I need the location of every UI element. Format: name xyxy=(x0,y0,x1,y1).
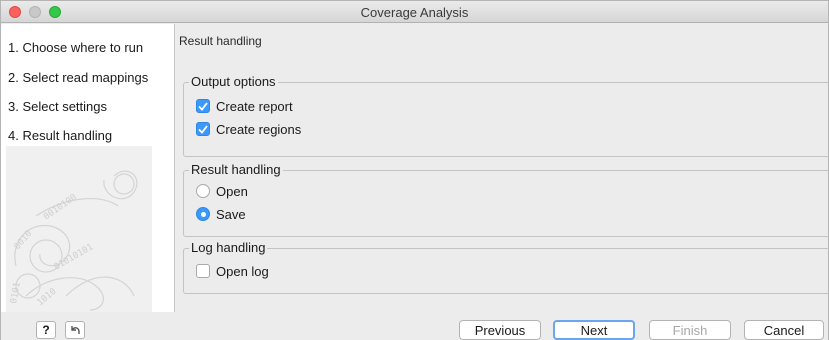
spiral-art-icon: 0010100 0010 01010101 0101 1010 xyxy=(9,170,138,311)
open-result-option[interactable]: Open xyxy=(196,183,248,199)
finish-button[interactable]: Finish xyxy=(649,320,731,340)
open-log-label: Open log xyxy=(216,263,269,279)
panel-title: Result handling xyxy=(179,34,262,48)
checkmark-icon xyxy=(198,124,208,134)
save-result-option[interactable]: Save xyxy=(196,206,246,222)
wizard-steps-sidebar: 1. Choose where to run 2. Select read ma… xyxy=(1,24,175,312)
previous-button[interactable]: Previous xyxy=(459,320,541,340)
svg-text:0101: 0101 xyxy=(9,281,23,304)
reset-button[interactable] xyxy=(65,321,85,339)
step-choose-where-to-run: 1. Choose where to run xyxy=(8,40,144,55)
decorative-binary-spiral-art: 0010100 0010 01010101 0101 1010 xyxy=(6,146,152,312)
output-options-group: Output options Create report Create regi… xyxy=(183,74,829,157)
create-regions-checkbox[interactable] xyxy=(196,122,210,136)
output-options-legend: Output options xyxy=(189,74,278,89)
result-handling-group: Result handling Open Save xyxy=(183,162,829,237)
svg-text:0010: 0010 xyxy=(13,229,35,252)
save-label: Save xyxy=(216,206,246,222)
log-handling-legend: Log handling xyxy=(189,240,268,255)
open-log-checkbox[interactable] xyxy=(196,264,210,278)
result-handling-legend: Result handling xyxy=(189,162,283,177)
create-report-checkbox[interactable] xyxy=(196,99,210,113)
help-button[interactable]: ? xyxy=(36,321,56,339)
step-result-handling: 4. Result handling xyxy=(8,128,113,143)
help-icon: ? xyxy=(42,323,50,337)
step-select-read-mappings: 2. Select read mappings xyxy=(8,70,149,85)
create-regions-label: Create regions xyxy=(216,121,302,137)
create-report-label: Create report xyxy=(216,98,293,114)
step-select-settings: 3. Select settings xyxy=(8,99,107,114)
result-handling-panel: Result handling Output options Create re… xyxy=(176,24,829,312)
window-title: Coverage Analysis xyxy=(360,5,469,20)
open-log-option[interactable]: Open log xyxy=(196,263,269,279)
save-radio[interactable] xyxy=(196,207,210,221)
checkmark-icon xyxy=(198,101,208,111)
cancel-button[interactable]: Cancel xyxy=(744,320,824,340)
reset-arrow-icon xyxy=(71,326,80,334)
next-button[interactable]: Next xyxy=(553,320,635,340)
title-bar: Coverage Analysis xyxy=(1,1,828,23)
wizard-window: Coverage Analysis 1. Choose where to run… xyxy=(0,0,829,340)
log-handling-group: Log handling Open log xyxy=(183,240,829,294)
wizard-footer: ? Previous Next Finish Cancel xyxy=(1,312,828,340)
svg-text:0010100: 0010100 xyxy=(42,193,79,223)
open-label: Open xyxy=(216,183,248,199)
open-radio[interactable] xyxy=(196,184,210,198)
create-regions-option[interactable]: Create regions xyxy=(196,121,301,137)
create-report-option[interactable]: Create report xyxy=(196,98,293,114)
